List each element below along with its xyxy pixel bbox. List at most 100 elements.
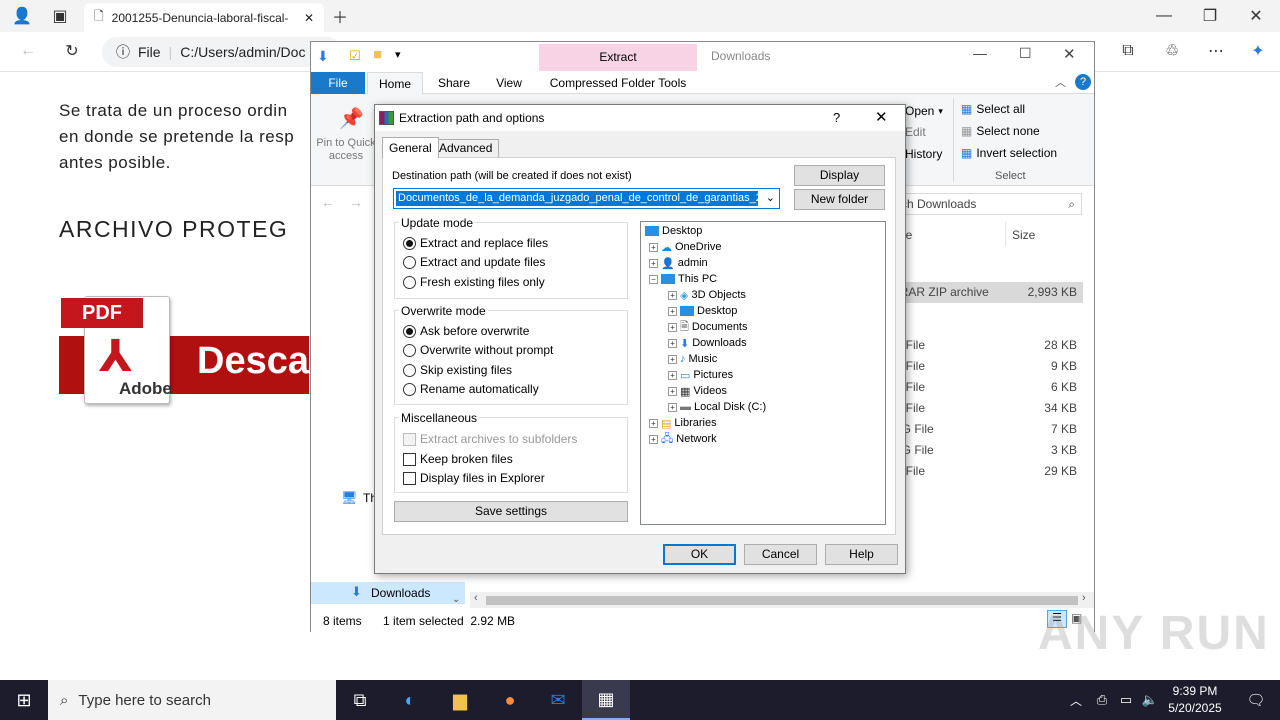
tab-actions-icon[interactable]: ▣ bbox=[46, 2, 74, 30]
new-folder-icon[interactable]: ■ bbox=[373, 46, 382, 63]
tree-documents[interactable]: + 🗎 Documents bbox=[668, 319, 748, 335]
task-view-icon[interactable]: ⧉ bbox=[336, 680, 384, 720]
tree-desktop[interactable]: + Desktop bbox=[668, 303, 737, 319]
expand-icon[interactable]: + bbox=[668, 354, 677, 364]
help-icon[interactable]: ? bbox=[1075, 74, 1091, 90]
tray-chevron-icon[interactable]: ︿ bbox=[1064, 680, 1088, 720]
file-row[interactable]: G File 28 KB bbox=[893, 336, 1083, 354]
winrar-taskbar-icon[interactable]: ▦ bbox=[582, 680, 630, 720]
browser-tab[interactable]: 🗋 2001255-Denuncia-laboral-fiscal- ✕ bbox=[84, 3, 324, 32]
file-row[interactable]: G File 9 KB bbox=[893, 357, 1083, 375]
nav-forward-icon[interactable]: → bbox=[349, 194, 363, 210]
firefox-icon[interactable]: ● bbox=[486, 680, 534, 720]
tray-device-icon[interactable]: ⎙ bbox=[1090, 680, 1114, 720]
radio-overwrite-without-prompt[interactable]: Overwrite without prompt bbox=[403, 343, 553, 357]
horizontal-scrollbar[interactable]: ‹ › bbox=[470, 592, 1094, 608]
file-row[interactable]: nRAR ZIP archive 2,993 KB bbox=[893, 282, 1083, 303]
save-settings-button[interactable]: Save settings bbox=[394, 501, 628, 522]
nav-scroll-down-icon[interactable]: ⌄ bbox=[452, 594, 460, 605]
expand-icon[interactable]: + bbox=[668, 306, 677, 316]
address-bar[interactable]: ⓘ File | C:/Users/admin/Doc bbox=[102, 37, 342, 67]
expand-icon[interactable]: + bbox=[668, 386, 677, 396]
tree-videos[interactable]: + ▦ Videos bbox=[668, 383, 727, 399]
open-button[interactable]: Open ▾ bbox=[905, 104, 943, 118]
tab-share[interactable]: Share bbox=[429, 72, 479, 94]
tree-3d-objects[interactable]: + ◈ 3D Objects bbox=[668, 287, 746, 303]
minimize-icon[interactable]: — bbox=[1150, 2, 1178, 30]
ribbon-collapse-icon[interactable]: ︿ bbox=[1055, 74, 1066, 90]
tab-view[interactable]: View bbox=[485, 72, 533, 94]
edit-button[interactable]: Edit bbox=[905, 125, 926, 139]
file-row[interactable]: G File 6 KB bbox=[893, 378, 1083, 396]
new-tab-icon[interactable]: ＋ bbox=[326, 2, 354, 30]
clock[interactable]: 9:39 PM 5/20/2025 bbox=[1160, 683, 1230, 717]
copilot-icon[interactable]: ✦ bbox=[1244, 37, 1272, 65]
help-button[interactable]: Help bbox=[825, 544, 898, 565]
radio-skip-existing[interactable]: Skip existing files bbox=[403, 363, 512, 377]
start-icon[interactable]: ⊞ bbox=[0, 680, 48, 720]
tab-file[interactable]: File bbox=[311, 72, 365, 94]
tree-downloads[interactable]: + ⬇ Downloads bbox=[668, 335, 747, 351]
tree-music[interactable]: + ♪ Music bbox=[668, 351, 717, 367]
chevron-down-icon[interactable]: ⌄ bbox=[766, 191, 775, 204]
select-all-button[interactable]: ▦ Select all bbox=[961, 102, 1025, 116]
extract-context-tab[interactable]: Extract bbox=[539, 44, 697, 71]
column-size[interactable]: Size bbox=[1012, 228, 1035, 242]
file-row[interactable]: NG File 3 KB bbox=[893, 441, 1083, 459]
file-row[interactable]: G File 34 KB bbox=[893, 399, 1083, 417]
close-window-icon[interactable]: ✕ bbox=[1242, 2, 1270, 30]
collapse-icon[interactable]: − bbox=[649, 274, 658, 284]
expand-icon[interactable]: + bbox=[668, 290, 677, 300]
nav-item-downloads[interactable]: ⬇ Downloads bbox=[311, 582, 465, 604]
pin-quick-access-button[interactable]: Pin to Quick access bbox=[315, 137, 377, 163]
select-none-button[interactable]: ▦ Select none bbox=[961, 124, 1040, 138]
tree-libraries[interactable]: + ▤ Libraries bbox=[649, 415, 717, 431]
expand-icon[interactable]: + bbox=[668, 322, 677, 332]
nav-back-icon[interactable]: ← bbox=[321, 194, 335, 210]
expand-icon[interactable]: + bbox=[649, 434, 658, 444]
taskbar-search[interactable]: ⌕ Type here to search bbox=[48, 680, 336, 720]
properties-icon[interactable]: ☑ bbox=[349, 48, 361, 64]
checkbox-keep-broken-files[interactable]: Keep broken files bbox=[403, 452, 513, 466]
tab-general[interactable]: General bbox=[382, 137, 439, 158]
file-row[interactable]: G File 29 KB bbox=[893, 462, 1083, 480]
scroll-right-icon[interactable]: › bbox=[1082, 592, 1086, 604]
exp-minimize-icon[interactable]: — bbox=[973, 45, 987, 61]
exp-close-icon[interactable]: ✕ bbox=[1063, 45, 1076, 63]
tree-onedrive[interactable]: + ☁ OneDrive bbox=[649, 239, 721, 255]
tree-desktop-root[interactable]: Desktop bbox=[645, 223, 702, 239]
file-explorer-icon[interactable]: ▆ bbox=[436, 680, 484, 720]
ok-button[interactable]: OK bbox=[663, 544, 736, 565]
tree-this-pc[interactable]: − This PC bbox=[649, 271, 717, 287]
checkbox-display-in-explorer[interactable]: Display files in Explorer bbox=[403, 471, 545, 485]
expand-icon[interactable]: + bbox=[668, 370, 677, 380]
collections-icon[interactable]: ⧉ bbox=[1114, 37, 1142, 65]
scrollbar-thumb[interactable] bbox=[486, 596, 1078, 605]
more-icon[interactable]: ⋯ bbox=[1202, 37, 1230, 65]
invert-selection-button[interactable]: ▦ Invert selection bbox=[961, 146, 1057, 160]
scroll-left-icon[interactable]: ‹ bbox=[474, 592, 478, 604]
back-icon[interactable]: ← bbox=[14, 37, 42, 65]
tab-home[interactable]: Home bbox=[367, 72, 423, 94]
tree-local-disk[interactable]: + ▬ Local Disk (C:) bbox=[668, 399, 766, 415]
expand-icon[interactable]: + bbox=[668, 338, 677, 348]
explorer-search-input[interactable]: rch Downloads ⌕ bbox=[890, 193, 1082, 215]
radio-fresh-existing[interactable]: Fresh existing files only bbox=[403, 275, 545, 289]
expand-icon[interactable]: + bbox=[649, 258, 658, 268]
cancel-button[interactable]: Cancel bbox=[744, 544, 817, 565]
tree-pictures[interactable]: + ▭ Pictures bbox=[668, 367, 733, 383]
exp-maximize-icon[interactable]: ☐ bbox=[1019, 45, 1032, 62]
restore-icon[interactable]: ❐ bbox=[1196, 2, 1224, 30]
history-button[interactable]: History bbox=[905, 147, 942, 161]
extensions-icon[interactable]: ♲ bbox=[1158, 37, 1186, 65]
file-row[interactable]: NG File 7 KB bbox=[893, 420, 1083, 438]
expand-icon[interactable]: + bbox=[649, 418, 658, 428]
radio-ask-before-overwrite[interactable]: Ask before overwrite bbox=[403, 324, 529, 338]
expand-icon[interactable]: + bbox=[649, 242, 658, 252]
dialog-close-icon[interactable]: ✕ bbox=[875, 105, 888, 131]
edge-icon[interactable]: ◐ bbox=[386, 680, 434, 720]
profile-icon[interactable]: 👤 bbox=[8, 2, 36, 30]
qat-dropdown-icon[interactable]: ▾ bbox=[395, 48, 401, 61]
volume-icon[interactable]: 🔈 bbox=[1138, 680, 1162, 720]
radio-rename-automatically[interactable]: Rename automatically bbox=[403, 382, 539, 396]
